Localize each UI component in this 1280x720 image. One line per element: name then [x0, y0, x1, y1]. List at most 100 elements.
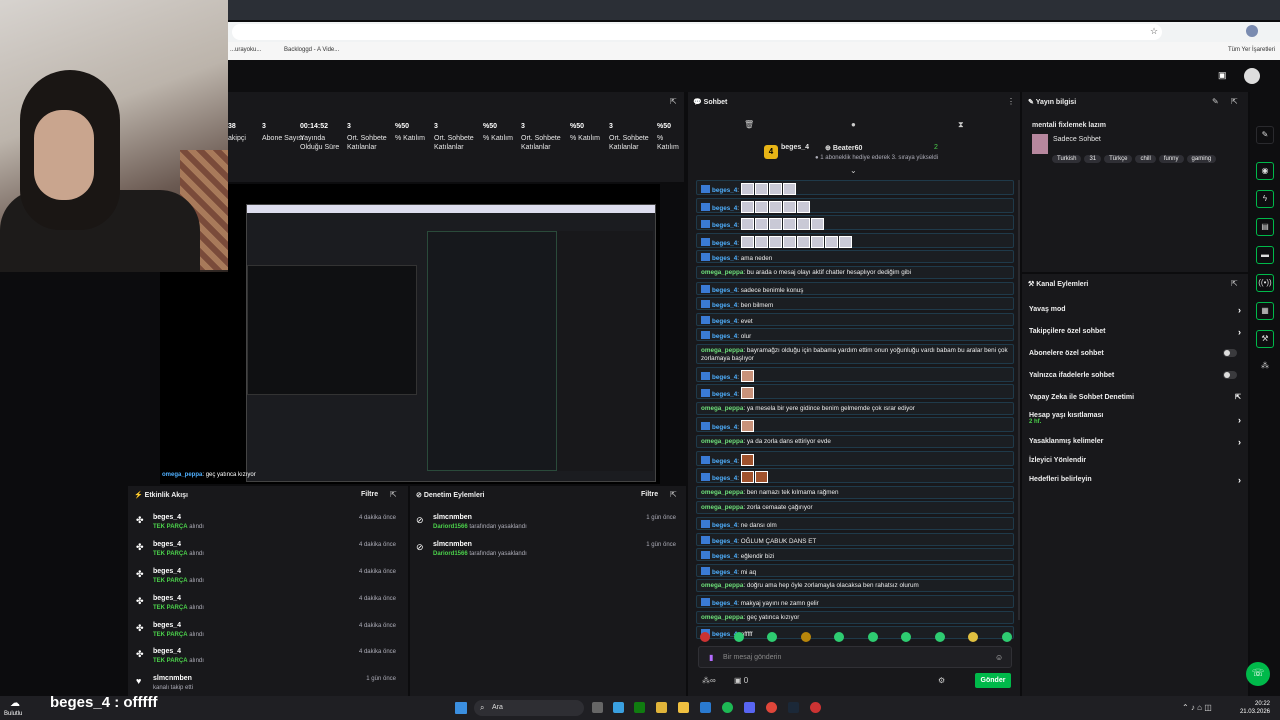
emote-shortcut-icon[interactable] — [767, 632, 777, 642]
store-icon[interactable] — [700, 702, 711, 713]
chat-username[interactable]: omega_peppa — [701, 347, 743, 354]
chat-username[interactable]: omega_peppa — [701, 614, 743, 621]
chat-menu-icon[interactable]: ⋮ — [1007, 97, 1015, 106]
tag[interactable]: 31 — [1084, 155, 1102, 163]
help-chat-icon[interactable]: ☏ — [1246, 662, 1270, 686]
chat-username[interactable]: beges_4 — [712, 222, 737, 229]
chat-bubble-icon[interactable]: ● — [851, 120, 856, 129]
discord-icon[interactable] — [744, 702, 755, 713]
wrench-tool-icon[interactable]: ⚒ — [1256, 330, 1274, 348]
chat-scrollbar[interactable] — [1018, 180, 1020, 620]
camera-tool-icon[interactable]: ◉ — [1256, 162, 1274, 180]
chat-username[interactable]: beges_4 — [712, 600, 737, 607]
chat-username[interactable]: beges_4 — [712, 475, 737, 482]
chat-username[interactable]: beges_4 — [712, 522, 737, 529]
emote-shortcut-icon[interactable] — [867, 632, 878, 642]
address-bar[interactable] — [232, 24, 1162, 40]
tag[interactable]: chill — [1135, 155, 1156, 163]
chat-username[interactable]: beges_4 — [712, 333, 737, 340]
file-explorer-icon[interactable] — [678, 702, 689, 713]
chat-username[interactable]: omega_peppa — [701, 489, 743, 496]
chat-username[interactable]: beges_4 — [712, 374, 737, 381]
app-icon[interactable] — [656, 702, 667, 713]
chat-username[interactable]: omega_peppa — [701, 582, 743, 589]
chat-username[interactable]: omega_peppa — [701, 504, 743, 511]
emote-shortcut-icon[interactable] — [901, 632, 911, 642]
broadcast-tool-icon[interactable]: ((•)) — [1256, 274, 1274, 292]
hourglass-icon[interactable]: ⧗ — [958, 120, 964, 130]
cast-icon[interactable]: ▣ — [1218, 70, 1227, 81]
action-slow-mode[interactable]: Yavaş mod › — [1029, 305, 1241, 315]
action-set-goals[interactable]: Hedefleri belirleyin › — [1029, 475, 1241, 485]
chat-username[interactable]: beges_4 — [712, 553, 737, 560]
profile-avatar[interactable] — [1246, 25, 1258, 37]
collapse-icon[interactable]: ⌄ — [850, 166, 857, 175]
chrome-icon[interactable] — [766, 702, 777, 713]
moderation-popout-icon[interactable]: ⇱ — [670, 490, 677, 499]
chat-username[interactable]: omega_peppa — [701, 269, 743, 276]
emote-shortcut-icon[interactable] — [733, 632, 744, 642]
steam-icon[interactable] — [788, 702, 799, 713]
toggle-switch[interactable] — [1223, 371, 1237, 379]
tag[interactable]: Turkish — [1052, 155, 1082, 163]
info-popout-icon[interactable]: ⇱ — [1231, 97, 1238, 106]
chat-username[interactable]: beges_4 — [712, 240, 737, 247]
points-icon[interactable]: ⁂∞ — [702, 676, 716, 685]
chat-username[interactable]: beges_4 — [712, 538, 737, 545]
actions-popout-icon[interactable]: ⇱ — [1231, 279, 1238, 288]
edit-icon[interactable]: ✎ — [1212, 97, 1219, 106]
bookmark-item[interactable]: ...urayoku... — [230, 47, 261, 53]
action-followers-only[interactable]: Takipçilere özel sohbet › — [1029, 327, 1241, 337]
chat-username[interactable]: beges_4 — [712, 569, 737, 576]
chat-username[interactable]: beges_4 — [712, 424, 737, 431]
pinned-user[interactable]: beges_4 — [781, 144, 809, 151]
action-ai-moderation[interactable]: Yapay Zeka ile Sohbet Denetimi ⇱ — [1029, 394, 1241, 401]
edit-tool-icon[interactable]: ✎ — [1256, 126, 1274, 144]
chat-settings-icon[interactable]: ⚙ — [938, 676, 945, 685]
tag[interactable]: Türkçe — [1104, 155, 1133, 163]
spotify-icon[interactable] — [722, 702, 733, 713]
bolt-tool-icon[interactable]: ϟ — [1256, 190, 1274, 208]
user-avatar[interactable] — [1244, 68, 1260, 84]
emote-shortcut-icon[interactable] — [800, 632, 811, 642]
emote-shortcut-icon[interactable] — [1001, 632, 1012, 642]
popout-icon[interactable]: ⇱ — [670, 97, 677, 106]
system-clock[interactable]: 20:22 21.03.2026 — [1226, 700, 1270, 716]
bookmark-star-icon[interactable]: ☆ — [1150, 26, 1158, 37]
xbox-icon[interactable] — [634, 702, 645, 713]
tray-icons[interactable]: ⌃ ♪ ⌂ ◫ — [1182, 703, 1212, 712]
layers-tool-icon[interactable]: ▦ — [1256, 302, 1274, 320]
chat-username[interactable]: beges_4 — [712, 255, 737, 262]
weather-widget[interactable]: ☁ Bulutlu — [4, 696, 44, 720]
chat-username[interactable]: beges_4 — [712, 458, 737, 465]
action-raid[interactable]: İzleyici Yönlendir — [1029, 457, 1241, 464]
chat-username[interactable]: beges_4 — [712, 391, 737, 398]
chat-input[interactable]: ▮ Bir mesaj gönderin ☺ — [698, 646, 1012, 668]
taskbar-search[interactable]: ⌕ Ara — [474, 700, 584, 716]
emote-shortcut-icon[interactable] — [934, 632, 945, 642]
send-button[interactable]: Gönder — [975, 673, 1011, 688]
chat-username[interactable]: beges_4 — [712, 187, 737, 194]
more-tool-icon[interactable]: ⁂ — [1256, 358, 1274, 376]
emote-shortcut-icon[interactable] — [834, 632, 844, 642]
tag[interactable]: funny — [1158, 155, 1184, 163]
bookmark-item[interactable]: Backloggd - A Vide... — [284, 47, 339, 53]
chat-username[interactable]: beges_4 — [712, 287, 737, 294]
chat-tool-icon[interactable]: ▬ — [1256, 246, 1274, 264]
gifter-user[interactable]: ⊕ Beater60 — [825, 144, 862, 152]
clipboard-tool-icon[interactable]: ▤ — [1256, 218, 1274, 236]
emote-shortcut-icon[interactable] — [968, 632, 978, 642]
emote-shortcut-icon[interactable] — [700, 632, 710, 642]
action-emote-only[interactable]: Yalnızca ifadelerle sohbet — [1029, 371, 1241, 379]
task-view-icon[interactable] — [592, 702, 603, 713]
moderation-filter-button[interactable]: Filtre — [641, 491, 658, 498]
chat-username[interactable]: omega_peppa — [701, 438, 743, 445]
action-subscribers-only[interactable]: Abonelere özel sohbet — [1029, 349, 1241, 357]
chat-username[interactable]: beges_4 — [712, 302, 737, 309]
toggle-switch[interactable] — [1223, 349, 1237, 357]
chat-username[interactable]: beges_4 — [712, 205, 737, 212]
trash-icon[interactable]: 🗑 — [744, 120, 754, 129]
windows-start-icon[interactable] — [455, 702, 467, 714]
bookmark-item-all[interactable]: Tüm Yer İşaretleri — [1228, 47, 1275, 53]
action-blocked-words[interactable]: Yasaklanmış kelimeler › — [1029, 437, 1241, 447]
